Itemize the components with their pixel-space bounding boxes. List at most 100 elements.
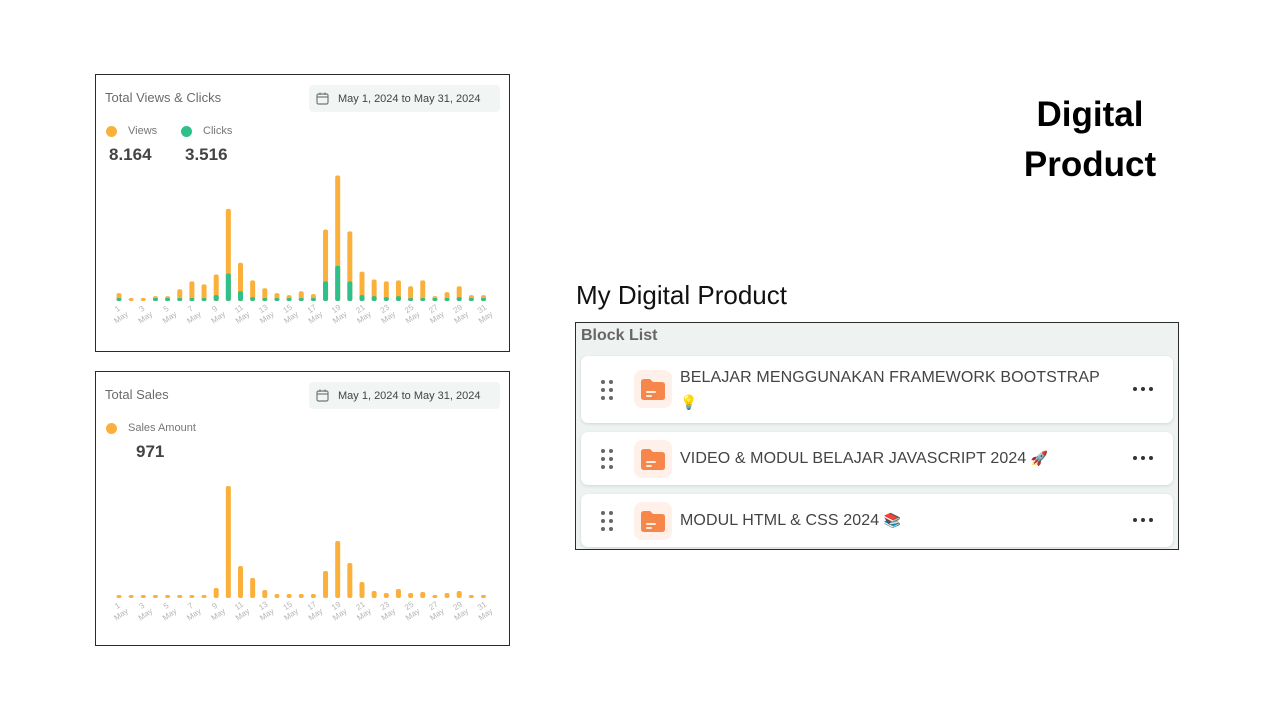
list-item[interactable]: MODUL HTML & CSS 2024 📚 (581, 494, 1173, 547)
bar-clicks (347, 281, 353, 301)
list-item[interactable]: VIDEO & MODUL BELAJAR JAVASCRIPT 2024 🚀 (581, 432, 1173, 485)
bar-sales-amount (432, 595, 438, 598)
more-horizontal-icon[interactable] (1133, 456, 1155, 462)
bar-clicks (468, 298, 474, 301)
tick-label: 7May (185, 304, 203, 326)
heading-line-1: Digital (1036, 95, 1144, 134)
bar-clicks (177, 298, 183, 301)
more-horizontal-icon[interactable] (1133, 518, 1155, 524)
bar-sales-amount (213, 588, 219, 598)
tick-label: 19May (330, 302, 349, 325)
tick-month: May (137, 309, 155, 325)
list-item-emoji: 🚀 (1030, 450, 1049, 466)
bar-clicks (189, 298, 195, 301)
bar-views (128, 298, 134, 301)
tick-label: 27May (427, 302, 446, 325)
bar-clicks (152, 298, 158, 301)
more-horizontal-icon[interactable] (1133, 387, 1155, 393)
bar-sales-amount (140, 595, 146, 598)
bar-sales-amount (298, 594, 304, 598)
tick-month: May (112, 606, 130, 622)
tick-month: May (185, 606, 203, 622)
list-item[interactable]: BELAJAR MENGGUNAKAN FRAMEWORK BOOTSTRAP … (581, 356, 1173, 423)
bar-clicks (165, 298, 171, 301)
bar-views (420, 280, 426, 301)
tick-label: 21May (354, 599, 373, 622)
tick-label: 25May (403, 302, 422, 325)
bar-clicks (383, 297, 389, 301)
bar-sales-amount (189, 595, 195, 598)
views-clicks-panel: Total Views & Clicks May 1, 2024 to May … (95, 74, 510, 352)
tick-label: 1May (112, 304, 130, 326)
bar-sales-amount (323, 571, 329, 598)
list-item-label: VIDEO & MODUL BELAJAR JAVASCRIPT 2024 🚀 (680, 450, 1049, 467)
tick-label: 15May (281, 599, 300, 622)
heading-line-2: Product (1023, 145, 1157, 184)
bar-clicks (225, 273, 231, 301)
tick-month: May (185, 309, 203, 325)
tick-label: 5May (161, 601, 179, 623)
block-list-title: Block List (581, 327, 658, 344)
tick-label: 13May (257, 302, 276, 325)
bar-sales-amount (359, 582, 365, 598)
bar-sales-amount (238, 566, 243, 598)
bar-clicks (395, 296, 401, 301)
bar-sales-amount (165, 595, 171, 598)
bar-clicks (456, 297, 462, 301)
tick-label: 5May (161, 304, 179, 326)
tick-label: 29May (452, 302, 471, 325)
bar-clicks (371, 296, 377, 301)
bar-sales-amount (444, 593, 450, 598)
list-item-label: MODUL HTML & CSS 2024 📚 (680, 512, 902, 529)
tick-label: 13May (257, 599, 276, 622)
tick-label: 7May (185, 601, 203, 623)
bar-clicks (262, 298, 268, 301)
bar-clicks (250, 297, 256, 301)
bar-sales-amount (383, 593, 389, 598)
tick-label: 31May (476, 599, 495, 622)
bar-sales-amount (347, 563, 353, 598)
bar-sales-amount (456, 591, 462, 598)
bar-sales-amount (468, 595, 474, 598)
drag-handle-icon[interactable] (599, 378, 617, 402)
bar-clicks (201, 298, 207, 301)
tick-month: May (137, 606, 155, 622)
bar-sales-amount (128, 595, 134, 598)
tick-label: 3May (137, 601, 155, 623)
tick-label: 23May (379, 302, 398, 325)
block-list: Block List BELAJAR MENGGUNAKAN FRAMEWORK… (575, 322, 1179, 550)
tick-label: 1May (112, 601, 130, 623)
tick-label: 29May (452, 599, 471, 622)
tick-label: 11May (233, 600, 251, 623)
tick-label: 11May (233, 303, 251, 326)
tick-label: 3May (137, 304, 155, 326)
tick-month: May (210, 606, 228, 622)
bar-sales-amount (395, 589, 401, 598)
tick-month: May (161, 606, 179, 622)
bar-views (140, 298, 146, 301)
tick-label: 17May (306, 599, 325, 622)
bar-clicks (286, 298, 292, 301)
tick-label: 31May (476, 302, 495, 325)
bar-sales-amount (225, 486, 231, 598)
tick-label: 27May (427, 599, 446, 622)
bar-sales-amount (177, 595, 183, 598)
tick-label: 23May (379, 599, 398, 622)
list-item-label: BELAJAR MENGGUNAKAN FRAMEWORK BOOTSTRAP … (680, 369, 1100, 410)
folder-icon (634, 502, 672, 540)
section-title: My Digital Product (576, 280, 787, 310)
bar-clicks (274, 298, 280, 301)
tick-label: 9May (210, 601, 228, 623)
bar-sales-amount (335, 541, 341, 598)
tick-month: May (210, 309, 228, 325)
list-item-emoji: 📚 (883, 512, 902, 528)
bar-sales-amount (152, 595, 158, 598)
views-clicks-chart: 1May 3May 5May 7May 9May 11May 13May 15May 17May… (112, 175, 495, 326)
bar-sales-amount (274, 594, 280, 598)
bar-clicks (432, 298, 438, 301)
bar-clicks (323, 281, 329, 301)
bar-sales-amount (310, 594, 316, 598)
drag-handle-icon[interactable] (599, 509, 617, 533)
drag-handle-icon[interactable] (599, 447, 617, 471)
bar-clicks (213, 295, 219, 301)
